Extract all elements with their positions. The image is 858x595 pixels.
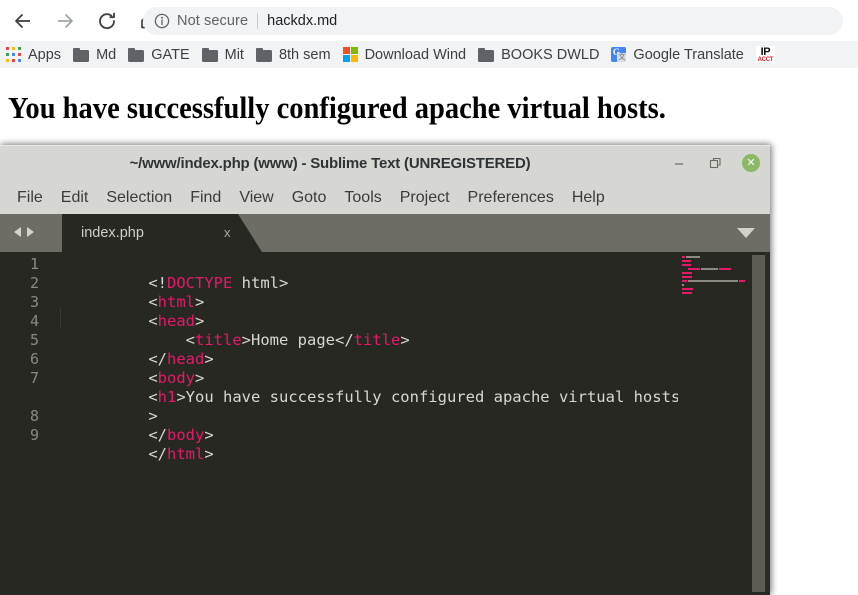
ip-acct-icon: IP ACCT <box>755 45 775 63</box>
bookmark-label: Mit <box>224 46 244 63</box>
folder-icon <box>201 47 218 62</box>
bookmark-md[interactable]: Md <box>67 41 122 68</box>
bookmark-8th-sem[interactable]: 8th sem <box>250 41 337 68</box>
bookmark-label: 8th sem <box>278 46 331 63</box>
back-arrow-icon <box>12 10 34 32</box>
line-number: 1 <box>29 255 39 273</box>
code-token: title <box>353 331 401 349</box>
tab-label: index.php <box>81 225 144 241</box>
url-text: hackdx.md <box>267 13 338 29</box>
code-token: >You have successfully configured apache… <box>176 388 709 406</box>
bookmark-label: Md <box>96 46 117 63</box>
menu-find[interactable]: Find <box>181 189 230 207</box>
close-button[interactable]: ✕ <box>740 152 762 174</box>
bookmark-apps[interactable]: Apps <box>0 41 67 68</box>
folder-icon <box>128 47 145 62</box>
sublime-title-bar[interactable]: ~/www/index.php (www) - Sublime Text (UN… <box>0 145 770 181</box>
sublime-window-title: ~/www/index.php (www) - Sublime Text (UN… <box>129 155 531 172</box>
line-number: 4 <box>29 312 39 330</box>
menu-goto[interactable]: Goto <box>283 189 336 207</box>
line-number: 2 <box>29 274 39 292</box>
window-controls: – ✕ <box>668 152 762 174</box>
code-editor[interactable]: 1 2 3 4 5 6 7 8 9 <!DOCTYPE html> <html> <box>0 252 770 595</box>
code-token: h1 <box>157 388 177 406</box>
tab-prev-icon[interactable] <box>12 225 23 239</box>
code-token: >Home page</ <box>241 331 354 349</box>
line-number: 9 <box>29 426 39 444</box>
forward-button[interactable] <box>46 2 84 40</box>
minimap-viewport-scrollbar[interactable] <box>752 255 765 592</box>
menu-selection[interactable]: Selection <box>97 189 181 207</box>
apps-grid-icon <box>6 47 21 62</box>
info-icon[interactable] <box>153 12 171 30</box>
line-number: 5 <box>29 331 39 349</box>
omnibox-divider <box>257 13 259 29</box>
code-token: </ <box>148 445 167 463</box>
folder-icon <box>73 47 90 62</box>
close-icon: ✕ <box>742 154 760 172</box>
sublime-text-window: ~/www/index.php (www) - Sublime Text (UN… <box>0 145 770 595</box>
code-line-9: </html> <box>55 426 214 483</box>
menu-edit[interactable]: Edit <box>52 189 98 207</box>
bookmark-label: GATE <box>151 46 190 63</box>
back-button[interactable] <box>4 2 42 40</box>
browser-toolbar: Not secure hackdx.md <box>0 0 858 41</box>
reload-button[interactable] <box>88 2 126 40</box>
restore-icon <box>709 157 722 170</box>
google-translate-icon: G 文 <box>611 47 627 62</box>
bookmark-label: Apps <box>28 46 62 63</box>
forward-arrow-icon <box>54 10 76 32</box>
page-title: You have successfully configured apache … <box>8 90 666 125</box>
folder-icon <box>478 47 495 62</box>
menu-preferences[interactable]: Preferences <box>459 189 563 207</box>
line-number: 6 <box>29 350 39 368</box>
bookmark-download-windows[interactable]: Download Wind <box>337 41 473 68</box>
line-number: 7 <box>29 369 39 387</box>
line-number: 3 <box>29 293 39 311</box>
address-bar[interactable]: Not secure hackdx.md <box>143 7 843 35</box>
bookmark-label: Download Wind <box>364 46 467 63</box>
reload-icon <box>96 10 118 32</box>
microsoft-icon <box>342 47 358 62</box>
tab-scroll-arrows[interactable] <box>12 225 36 239</box>
editor-right-edge <box>765 252 770 595</box>
code-token: html <box>167 445 205 463</box>
menu-tools[interactable]: Tools <box>335 189 390 207</box>
code-token: html> <box>232 274 289 292</box>
code-token: > <box>204 350 214 368</box>
code-token: > <box>400 331 410 349</box>
bookmark-label: BOOKS DWLD <box>501 46 600 63</box>
security-status-label: Not secure <box>177 13 249 29</box>
sublime-menu-bar: File Edit Selection Find View Goto Tools… <box>0 181 770 214</box>
bookmark-books-dwld[interactable]: BOOKS DWLD <box>472 41 605 68</box>
bookmark-ip-acct[interactable]: IP ACCT <box>750 41 781 68</box>
code-token: > <box>204 445 214 463</box>
screen: Not secure hackdx.md Apps Md GATE Mit 8t… <box>0 0 858 595</box>
line-number: 8 <box>29 407 39 425</box>
bookmarks-bar: Apps Md GATE Mit 8th sem Download Wind B… <box>0 41 858 68</box>
bookmark-gate[interactable]: GATE <box>122 41 195 68</box>
folder-icon <box>255 47 272 62</box>
editor-tab-index-php[interactable]: index.php x <box>62 214 262 252</box>
minimize-icon: – <box>674 154 684 172</box>
bookmark-mit[interactable]: Mit <box>196 41 250 68</box>
menu-file[interactable]: File <box>8 189 52 207</box>
tab-next-icon[interactable] <box>25 225 36 239</box>
bookmark-label: Google Translate <box>633 46 744 63</box>
chevron-down-icon[interactable] <box>737 228 755 238</box>
minimap[interactable] <box>678 252 752 595</box>
sublime-tab-bar: index.php x <box>0 214 770 252</box>
bookmark-google-translate[interactable]: G 文 Google Translate <box>605 41 749 68</box>
minimize-button[interactable]: – <box>668 152 690 174</box>
restore-button[interactable] <box>704 152 726 174</box>
menu-project[interactable]: Project <box>391 189 459 207</box>
line-number-gutter: 1 2 3 4 5 6 7 8 9 <box>0 252 47 595</box>
menu-view[interactable]: View <box>230 189 282 207</box>
code-text-area[interactable]: <!DOCTYPE html> <html> <head> <title>Hom… <box>55 252 727 595</box>
menu-help[interactable]: Help <box>563 189 614 207</box>
tab-close-icon[interactable]: x <box>224 225 231 240</box>
